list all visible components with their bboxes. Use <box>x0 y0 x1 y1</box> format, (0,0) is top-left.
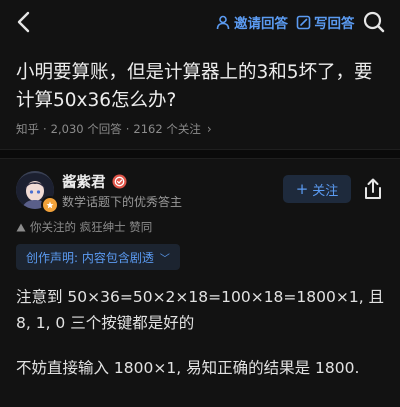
invite-answer-button[interactable]: 邀请回答 <box>216 11 288 33</box>
meta-separator: · <box>125 122 130 136</box>
top-nav-bar: 邀请回答 写回答 <box>0 0 400 44</box>
share-icon <box>365 178 381 199</box>
write-answer-label: 写回答 <box>314 16 355 32</box>
upvote-note-text: 你关注的 疯狂绅士 赞同 <box>30 220 153 234</box>
search-icon <box>363 11 385 33</box>
follow-button[interactable]: + 关注 <box>283 175 351 203</box>
chevron-down-icon: ﹀ <box>159 253 170 265</box>
question-title[interactable]: 小明要算账，但是计算器上的3和5坏了，要计算50x36怎么办? <box>16 59 386 115</box>
plus-icon: + <box>295 180 309 198</box>
source-label: 知乎 <box>16 122 39 136</box>
creation-statement-text: 创作声明: 内容包含剧透 <box>26 250 154 265</box>
author-name-text: 酱紫君 <box>62 175 106 191</box>
write-answer-button[interactable]: 写回答 <box>296 11 355 33</box>
question-meta[interactable]: 知乎 · 2,030 个回答 · 2162 个关注 › <box>16 121 212 137</box>
write-icon <box>296 15 311 29</box>
invite-answer-label: 邀请回答 <box>234 16 288 32</box>
answer-paragraph: 不妨直接输入 1800×1, 易知正确的结果是 1800. <box>16 359 360 377</box>
follow-label: 关注 <box>312 183 339 199</box>
follower-count: 2162 个关注 <box>133 122 201 136</box>
author-name[interactable]: 酱紫君 <box>62 171 127 192</box>
creation-statement-tag[interactable]: 创作声明: 内容包含剧透 ﹀ <box>16 244 180 270</box>
verified-badge-icon <box>112 174 126 189</box>
meta-separator: · <box>43 122 47 136</box>
back-button[interactable] <box>8 6 40 38</box>
author-bio: 数学话题下的优秀答主 <box>62 195 183 209</box>
upvote-triangle-icon <box>16 223 26 231</box>
share-button[interactable] <box>361 177 385 201</box>
answer-paragraph: 注意到 50×36=50×2×18=100×18=1800×1, 且 8, 1,… <box>16 288 385 332</box>
invite-user-icon <box>216 15 230 29</box>
answer-count: 2,030 个回答 <box>50 122 122 136</box>
section-divider <box>0 149 400 159</box>
back-arrow-icon <box>17 11 30 33</box>
friend-upvote-note: 你关注的 疯狂绅士 赞同 <box>16 219 152 235</box>
search-button[interactable] <box>360 8 388 36</box>
chevron-right-icon: › <box>206 122 212 136</box>
avatar-badge-icon <box>41 196 59 214</box>
